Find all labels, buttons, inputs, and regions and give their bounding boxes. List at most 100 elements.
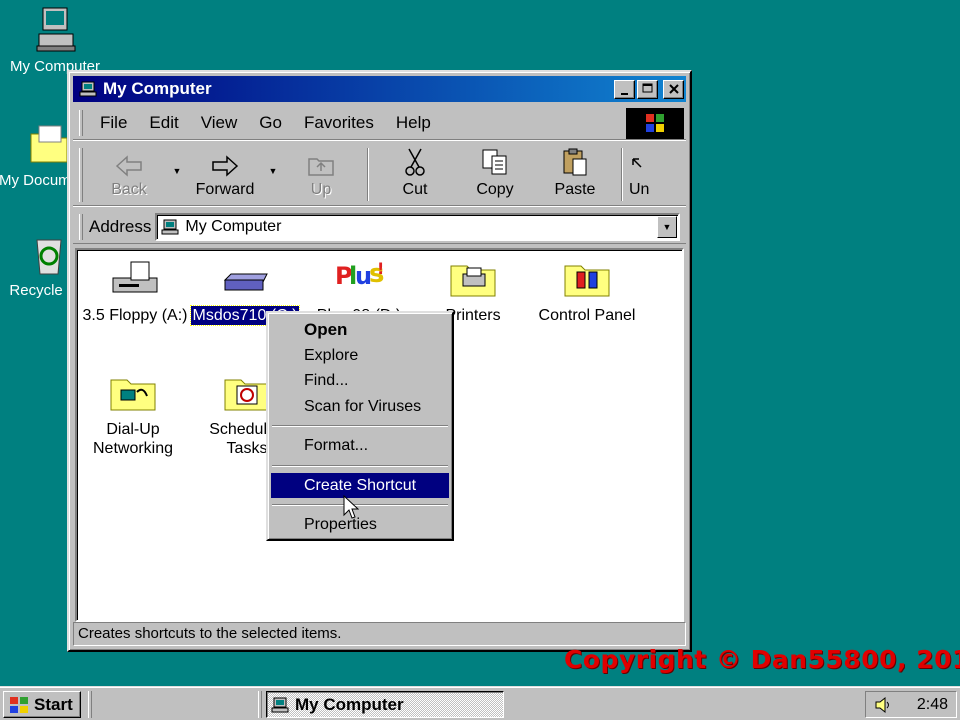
forward-dropdown-arrow[interactable]: ▼ (265, 144, 281, 205)
paste-label: Paste (554, 181, 596, 198)
menu-item-label: Open (304, 320, 348, 339)
address-value: My Computer (185, 217, 282, 235)
menu-item-find[interactable]: Find... (271, 368, 449, 394)
menu-item-format[interactable]: Format... (271, 433, 449, 459)
task-label: My Computer (295, 694, 404, 714)
copy-button[interactable]: Copy (455, 144, 535, 205)
cd-drive-icon: Pl u s! (333, 256, 385, 300)
scissors-icon (405, 148, 425, 176)
my-computer-small-icon (271, 697, 289, 712)
floppy-drive-icon (109, 256, 161, 300)
menu-view[interactable]: View (190, 113, 249, 133)
menu-bar: File Edit View Go Favorites Help (73, 106, 686, 140)
clock[interactable]: 2:48 (917, 696, 948, 714)
address-field[interactable]: My Computer ▼ (155, 212, 680, 241)
forward-arrow-icon (212, 155, 239, 177)
toolbar-separator (621, 148, 623, 201)
minimize-button[interactable] (614, 79, 635, 99)
menu-go[interactable]: Go (248, 113, 293, 133)
item-label-line2: Tasks (226, 440, 268, 457)
address-bar: Address My Computer ▼ (73, 210, 686, 244)
drive-context-menu: Open Explore Find... Scan for Viruses Fo… (266, 311, 454, 541)
menu-item-properties[interactable]: Properties (271, 512, 449, 538)
item-label: 3.5 Floppy (A:) (82, 307, 188, 324)
drive-item-floppy[interactable]: 3.5 Floppy (A:) (79, 256, 191, 325)
address-dropdown-button[interactable]: ▼ (657, 215, 677, 238)
item-label-line1: Dial-Up (106, 421, 160, 438)
standard-toolbar: Back ▼ Forward ▼ Up Cut Copy Paste Un (73, 144, 686, 206)
item-label: Control Panel (538, 307, 636, 324)
folder-item-dial-up[interactable]: Dial-Up Networking (77, 370, 189, 458)
my-computer-icon (31, 6, 79, 54)
undo-label: Un (629, 181, 650, 198)
up-button[interactable]: Up (281, 144, 361, 205)
quick-launch-grip[interactable] (88, 691, 92, 718)
menu-bar-grip[interactable] (79, 109, 83, 136)
menu-item-scan-for-viruses[interactable]: Scan for Viruses (271, 394, 449, 420)
menu-file[interactable]: File (89, 113, 138, 133)
windows-logo-icon (626, 108, 684, 139)
back-arrow-icon (115, 155, 142, 177)
folder-item-control-panel[interactable]: Control Panel (531, 256, 643, 325)
system-tray: 2:48 (865, 691, 957, 718)
address-label: Address (89, 216, 152, 236)
windows-flag-icon (10, 696, 28, 713)
menu-item-create-shortcut[interactable]: Create Shortcut (271, 472, 449, 498)
copy-icon (482, 149, 507, 175)
my-computer-small-icon (79, 81, 97, 97)
forward-button[interactable]: Forward (185, 144, 265, 205)
toolbar-grip[interactable] (79, 148, 83, 202)
menu-item-label: Find... (304, 372, 349, 389)
paste-clipboard-icon (563, 148, 587, 176)
taskbar: Start My Computer 2:48 (0, 686, 960, 720)
svg-text:!: ! (377, 259, 384, 278)
maximize-button[interactable] (637, 79, 658, 99)
status-text: Creates shortcuts to the selected items. (78, 625, 342, 642)
menu-item-label: Explore (304, 346, 359, 364)
paste-button[interactable]: Paste (535, 144, 615, 205)
undo-icon (632, 158, 642, 168)
my-computer-small-icon (161, 219, 179, 234)
title-bar[interactable]: My Computer (73, 76, 686, 102)
back-dropdown-arrow[interactable]: ▼ (169, 144, 185, 205)
taskbar-button-my-computer[interactable]: My Computer (266, 691, 504, 718)
menu-separator (272, 504, 448, 506)
forward-label: Forward (195, 181, 255, 198)
menu-item-open[interactable]: Open (271, 317, 449, 343)
up-label: Up (310, 181, 332, 198)
up-folder-icon (308, 158, 334, 176)
menu-item-explore[interactable]: Explore (271, 343, 449, 369)
window-title: My Computer (103, 79, 212, 98)
menu-edit[interactable]: Edit (138, 113, 189, 133)
menu-separator (272, 464, 448, 467)
dial-up-folder-icon (107, 370, 159, 414)
menu-separator (272, 425, 448, 427)
toolbar-separator (367, 148, 369, 201)
back-button[interactable]: Back (89, 144, 169, 205)
cut-label: Cut (402, 181, 428, 198)
menu-favorites[interactable]: Favorites (293, 113, 385, 133)
menu-item-label: Format... (304, 437, 369, 454)
mouse-pointer-icon (343, 495, 359, 519)
status-bar: Creates shortcuts to the selected items. (73, 622, 686, 646)
undo-button[interactable]: Un (629, 144, 669, 205)
address-bar-grip[interactable] (79, 213, 83, 240)
printers-folder-icon (447, 256, 499, 300)
menu-item-label: Create Shortcut (304, 476, 417, 494)
recycle-bin-icon (25, 230, 73, 278)
menu-item-label: Scan for Viruses (304, 397, 422, 415)
desktop-icon-my-computer[interactable]: My Computer (0, 6, 110, 75)
copyright-watermark: Copyright © Dan55800, 2014 (564, 645, 960, 674)
cut-button[interactable]: Cut (375, 144, 455, 205)
close-button[interactable] (663, 79, 684, 99)
hard-drive-icon (219, 256, 271, 300)
taskbar-grip[interactable] (258, 691, 262, 718)
control-panel-icon (561, 256, 613, 300)
item-label-line2: Networking (92, 440, 174, 457)
menu-help[interactable]: Help (385, 113, 442, 133)
volume-speaker-icon[interactable] (874, 696, 892, 714)
menu-item-label: Properties (304, 516, 377, 533)
folder-icon (25, 120, 73, 168)
start-label: Start (34, 694, 73, 714)
start-button[interactable]: Start (3, 691, 81, 718)
